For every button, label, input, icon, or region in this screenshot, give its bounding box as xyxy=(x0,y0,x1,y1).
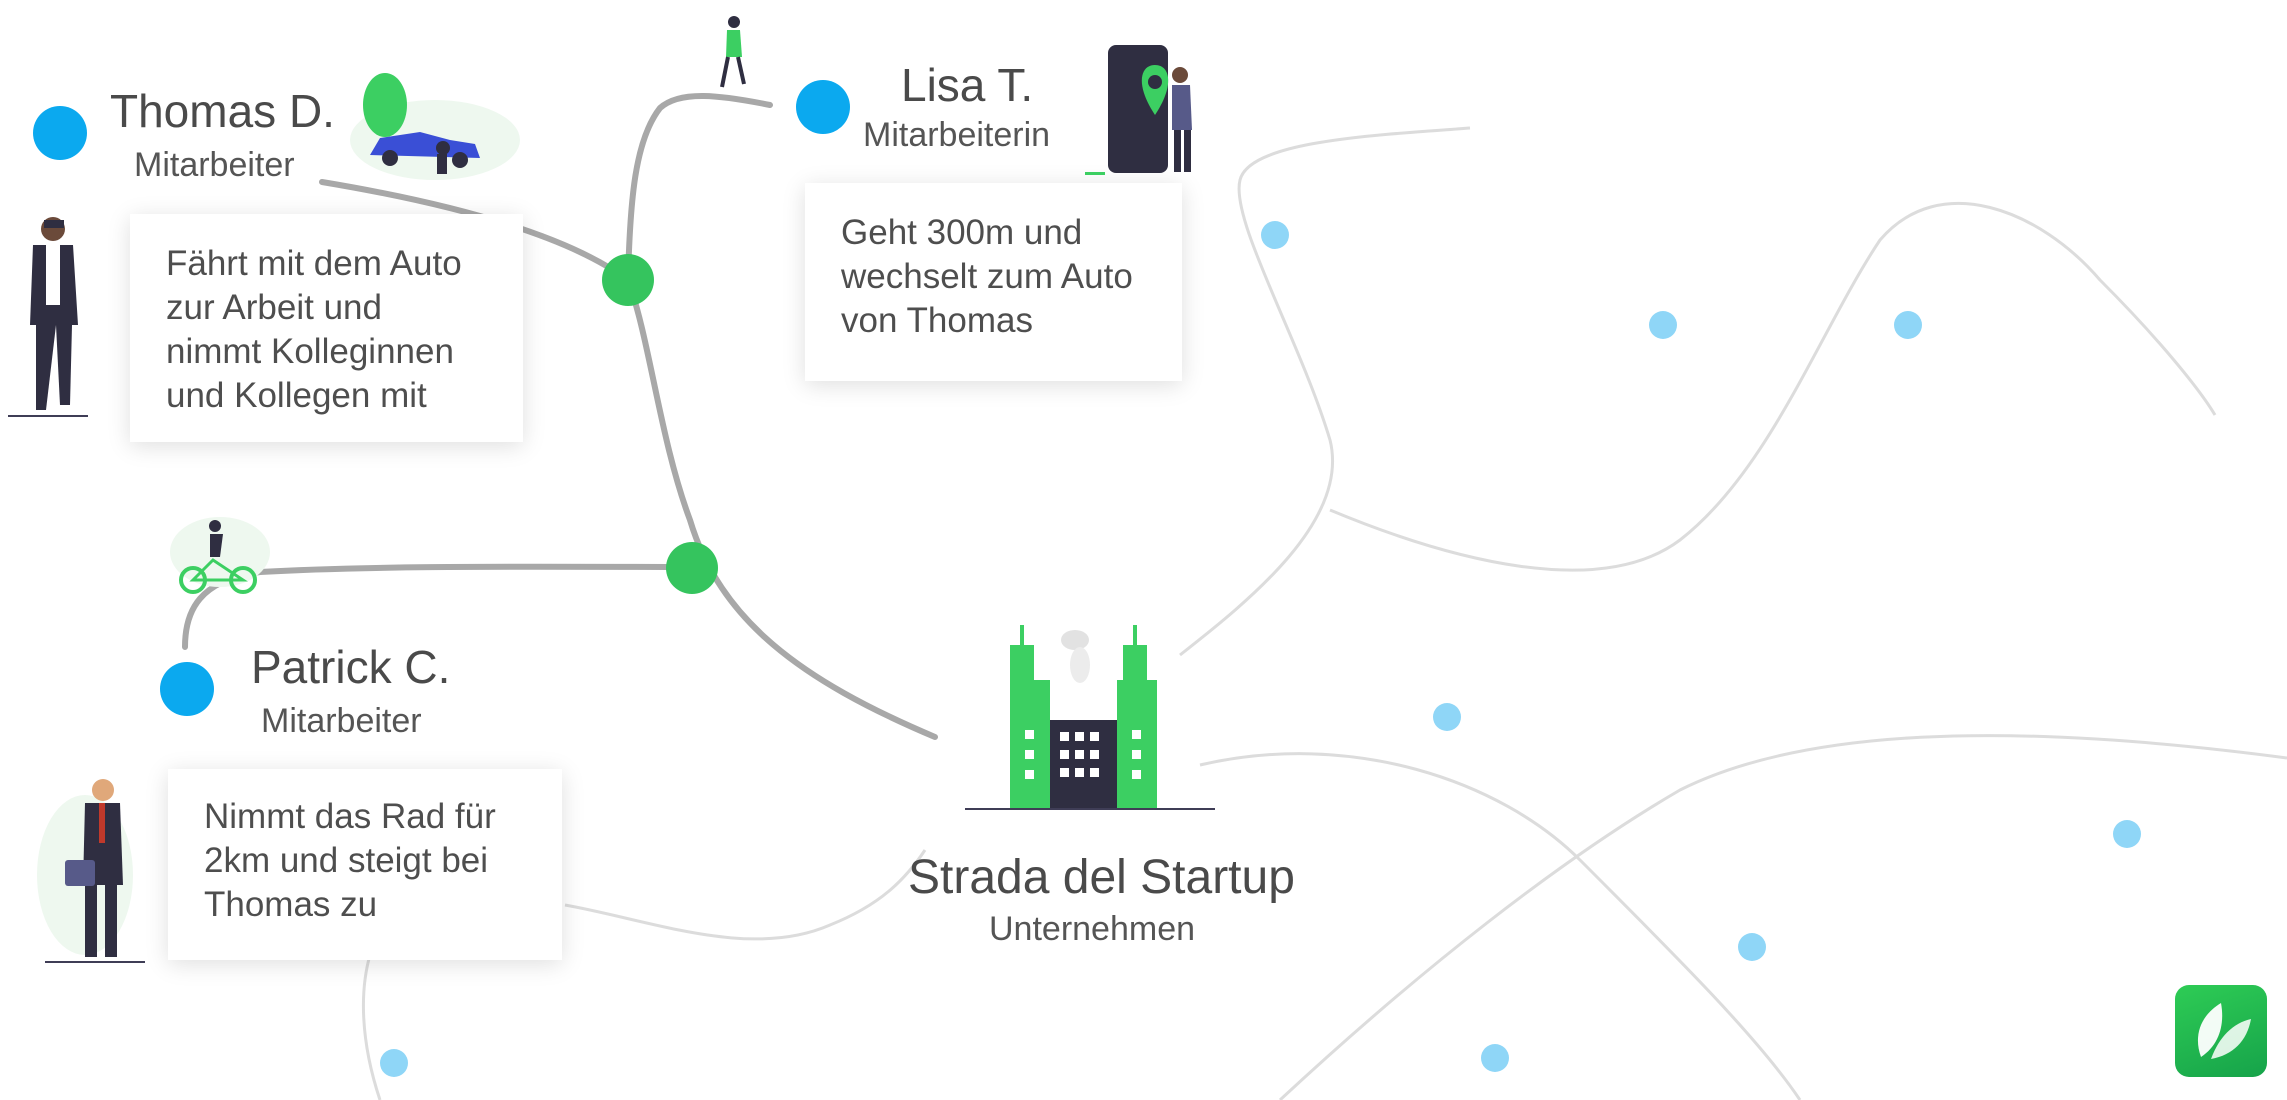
card-line: wechselt zum Auto xyxy=(841,257,1133,296)
person-role-lisa: Mitarbeiterin xyxy=(863,116,1051,154)
person-role-thomas: Mitarbeiter xyxy=(134,146,295,184)
card-line: Geht 300m und xyxy=(841,213,1083,252)
person-marker-patrick[interactable] xyxy=(160,662,214,716)
person-name-thomas: Thomas D. xyxy=(110,85,335,137)
cyclist-illustration xyxy=(170,517,270,594)
light-dot xyxy=(1649,311,1677,339)
junction-node xyxy=(666,542,718,594)
light-dot xyxy=(1433,703,1461,731)
card-line: Nimmt das Rad für xyxy=(204,797,496,836)
factory-illustration xyxy=(965,625,1215,810)
map-pin-illustration xyxy=(1085,45,1192,175)
light-dot xyxy=(1261,221,1289,249)
person-marker-lisa[interactable] xyxy=(796,80,850,134)
background-road xyxy=(361,954,382,1100)
person-name-patrick: Patrick C. xyxy=(251,641,451,693)
background-road xyxy=(1278,734,2287,1100)
businessman-illustration xyxy=(37,779,145,963)
company-role: Unternehmen xyxy=(989,910,1196,948)
car-illustration xyxy=(350,73,520,180)
person-marker-thomas[interactable] xyxy=(33,106,87,160)
card-line: nimmt Kolleginnen xyxy=(166,332,454,371)
junction-node xyxy=(602,254,654,306)
person-card-thomas: Fährt mit dem Auto zur Arbeit und nimmt … xyxy=(130,214,523,442)
light-dot xyxy=(1738,933,1766,961)
person-card-lisa: Geht 300m und wechselt zum Auto von Thom… xyxy=(805,183,1182,381)
walking-man-illustration xyxy=(8,217,88,417)
route-lisa xyxy=(625,93,773,283)
light-dot xyxy=(2113,820,2141,848)
background-road xyxy=(564,849,927,941)
person-card-patrick: Nimmt das Rad für 2km und steigt bei Tho… xyxy=(168,769,562,960)
background-road xyxy=(1179,126,1471,657)
person-role-patrick: Mitarbeiter xyxy=(261,702,422,740)
light-dot xyxy=(380,1049,408,1077)
light-dot xyxy=(1481,1044,1509,1072)
person-name-lisa: Lisa T. xyxy=(901,59,1034,111)
card-line: 2km und steigt bei xyxy=(204,841,489,880)
card-line: von Thomas xyxy=(841,301,1033,340)
runner-illustration xyxy=(720,16,746,88)
card-line: Thomas zu xyxy=(204,885,378,924)
card-line: und Kollegen mit xyxy=(166,376,427,415)
company-name: Strada del Startup xyxy=(908,851,1295,904)
light-dot xyxy=(1894,311,1922,339)
card-line: Fährt mit dem Auto xyxy=(166,244,462,283)
leaf-logo-icon[interactable] xyxy=(2175,985,2267,1077)
background-road xyxy=(1329,202,2217,572)
card-line: zur Arbeit und xyxy=(166,288,382,327)
